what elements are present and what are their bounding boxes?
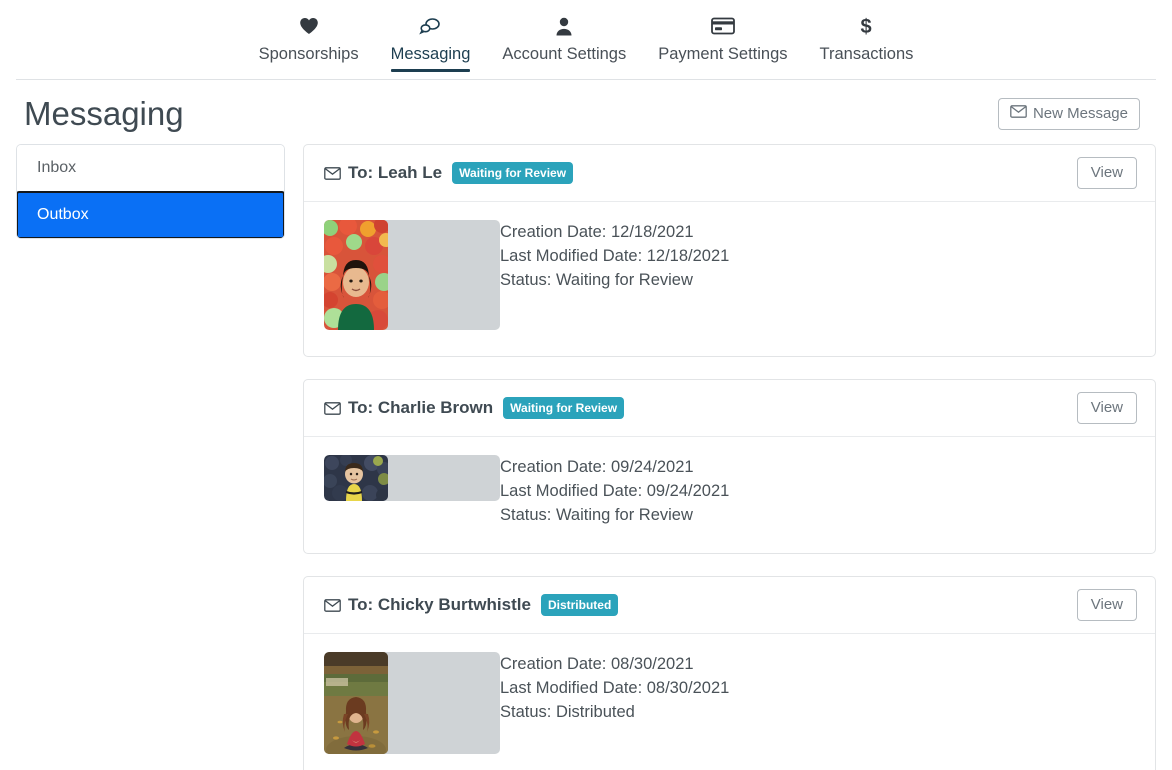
chat-bubbles-icon <box>419 14 441 38</box>
nav-item-sponsorships[interactable]: Sponsorships <box>243 10 375 72</box>
view-button[interactable]: View <box>1076 589 1137 621</box>
message-card-body: Creation Date: 08/30/2021 Last Modified … <box>304 634 1155 770</box>
message-card: To: Charlie Brown Waiting for Review Vie… <box>303 379 1156 554</box>
message-card-body: Creation Date: 12/18/2021 Last Modified … <box>304 202 1155 356</box>
status-badge: Waiting for Review <box>503 397 625 419</box>
new-message-label: New Message <box>1032 105 1128 122</box>
message-card-header: To: Chicky Burtwhistle Distributed View <box>304 577 1155 634</box>
message-details: Creation Date: 08/30/2021 Last Modified … <box>500 652 1135 754</box>
nav-label-transactions: Transactions <box>819 45 914 63</box>
message-recipient-group: To: Chicky Burtwhistle Distributed <box>324 594 619 616</box>
creation-date: Creation Date: 08/30/2021 <box>500 655 694 673</box>
message-status: Status: Waiting for Review <box>500 271 693 289</box>
last-modified-date: Last Modified Date: 08/30/2021 <box>500 679 730 697</box>
user-icon <box>555 14 573 38</box>
message-recipient: To: Chicky Burtwhistle <box>348 595 531 614</box>
heart-icon <box>299 14 319 38</box>
svg-text:$: $ <box>861 16 872 37</box>
sidebar-item-label-inbox: Inbox <box>37 159 77 176</box>
last-modified-date: Last Modified Date: 09/24/2021 <box>500 482 730 500</box>
status-badge: Distributed <box>540 594 619 616</box>
message-card: To: Leah Le Waiting for Review View Crea… <box>303 144 1156 357</box>
message-recipient: To: Leah Le <box>348 163 443 182</box>
message-details: Creation Date: 12/18/2021 Last Modified … <box>500 220 1135 330</box>
message-card-list: To: Leah Le Waiting for Review View Crea… <box>303 144 1156 770</box>
view-button[interactable]: View <box>1076 392 1137 424</box>
message-card-header: To: Leah Le Waiting for Review View <box>304 145 1155 202</box>
message-thumbnail-charlie-brown-figure[interactable] <box>324 455 500 501</box>
page-header: Messaging New Message <box>0 80 1172 144</box>
new-message-button[interactable]: New Message <box>997 98 1140 130</box>
message-card-header: To: Charlie Brown Waiting for Review Vie… <box>304 380 1155 437</box>
message-thumbnail-girl-sitting-autumn-leaves[interactable] <box>324 652 500 754</box>
message-thumbnail-column <box>324 220 500 330</box>
creation-date: Creation Date: 09/24/2021 <box>500 458 694 476</box>
message-recipient-group: To: Charlie Brown Waiting for Review <box>324 397 625 419</box>
message-status: Status: Waiting for Review <box>500 506 693 524</box>
sidebar-item-inbox[interactable]: Inbox <box>17 145 284 191</box>
message-recipient-group: To: Leah Le Waiting for Review <box>324 162 574 184</box>
message-thumbnail-column <box>324 652 500 754</box>
message-status: Status: Distributed <box>500 703 635 721</box>
nav-item-transactions[interactable]: $ Transactions <box>804 10 930 72</box>
message-thumbnail-child-in-ball-pit[interactable] <box>324 220 500 330</box>
view-button[interactable]: View <box>1076 157 1137 189</box>
envelope-icon <box>1010 105 1027 123</box>
mailbox-list: Inbox Outbox <box>16 144 285 239</box>
nav-item-account-settings[interactable]: Account Settings <box>486 10 642 72</box>
envelope-icon <box>324 166 341 180</box>
envelope-icon <box>324 598 341 612</box>
mailbox-sidebar: Inbox Outbox <box>16 144 285 239</box>
sidebar-item-label-outbox: Outbox <box>37 206 89 223</box>
top-navigation: Sponsorships Messaging Account Settings <box>0 0 1172 80</box>
sidebar-item-outbox[interactable]: Outbox <box>17 191 284 238</box>
active-tab-underline <box>390 69 471 72</box>
status-badge: Waiting for Review <box>452 162 574 184</box>
message-card: To: Chicky Burtwhistle Distributed View <box>303 576 1156 770</box>
nav-label-sponsorships: Sponsorships <box>258 45 359 63</box>
nav-bottom-divider <box>16 79 1156 80</box>
message-thumbnail-column <box>324 455 500 527</box>
page-title: Messaging <box>24 95 184 132</box>
nav-item-messaging[interactable]: Messaging <box>375 10 487 72</box>
nav-item-payment-settings[interactable]: Payment Settings <box>642 10 803 72</box>
message-details: Creation Date: 09/24/2021 Last Modified … <box>500 455 1135 527</box>
envelope-icon <box>324 401 341 415</box>
main-content: Inbox Outbox To: Leah Le Waiting for Rev… <box>0 144 1172 770</box>
credit-card-icon <box>710 14 735 38</box>
nav-item-list: Sponsorships Messaging Account Settings <box>243 0 930 72</box>
creation-date: Creation Date: 12/18/2021 <box>500 223 694 241</box>
nav-label-messaging: Messaging <box>390 45 471 63</box>
nav-label-account-settings: Account Settings <box>502 45 627 63</box>
nav-label-payment-settings: Payment Settings <box>658 45 788 63</box>
message-card-body: Creation Date: 09/24/2021 Last Modified … <box>304 437 1155 553</box>
dollar-sign-icon: $ <box>859 14 873 38</box>
message-recipient: To: Charlie Brown <box>348 398 494 417</box>
last-modified-date: Last Modified Date: 12/18/2021 <box>500 247 730 265</box>
